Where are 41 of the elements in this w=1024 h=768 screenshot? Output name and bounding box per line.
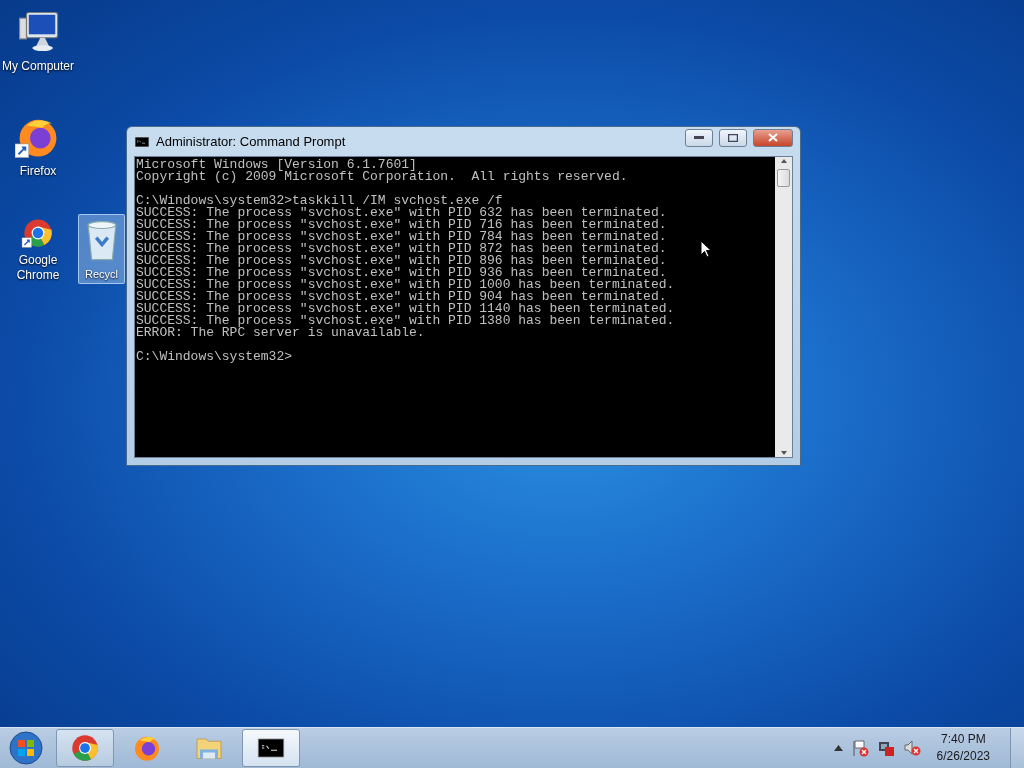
minimize-icon [694,135,704,140]
console-line: Microsoft Windows [Version 6.1.7601] [136,159,417,171]
console-line: SUCCESS: The process "svchost.exe" with PID 784 has been terminated. [136,231,667,243]
console-line: SUCCESS: The process "svchost.exe" with PID 896 has been terminated. [136,255,667,267]
desktop-shortcut[interactable]: Google Chrome [0,214,76,284]
taskbar-app-button[interactable] [242,729,300,767]
flag-error-icon[interactable] [850,739,869,757]
desktop-shortcut[interactable]: Firefox [0,111,76,181]
scrollbar[interactable] [775,157,792,457]
desktop-shortcut[interactable]: My Computer [0,6,76,76]
scroll-up-arrow-icon[interactable] [779,157,788,165]
shortcut-arrow-icon [15,143,30,158]
console-line: SUCCESS: The process "svchost.exe" with PID 716 has been terminated. [136,219,667,231]
console-line: SUCCESS: The process "svchost.exe" with PID 904 has been terminated. [136,291,667,303]
console-line: C:\Windows\system32>taskkill /IM svchost.exe /f [136,195,503,207]
shortcut-arrow-icon [21,237,32,248]
console-line: C:\Windows\system32> [136,351,293,363]
window-title: Administrator: Command Prompt [156,134,347,149]
close-button[interactable] [753,128,793,147]
console-line: SUCCESS: The process "svchost.exe" with PID 872 has been terminated. [136,243,667,255]
console-line: SUCCESS: The process "svchost.exe" with PID 1380 has been terminated. [136,315,675,327]
speaker-muted-icon[interactable] [902,739,921,757]
console-line: SUCCESS: The process "svchost.exe" with PID 632 has been terminated. [136,207,667,219]
console-line: SUCCESS: The process "svchost.exe" with PID 1140 has been terminated. [136,303,675,315]
console-line: Copyright (c) 2009 Microsoft Corporation. All rights reserved. [136,171,628,183]
console-line: ERROR: The RPC server is unavailable. [136,327,425,339]
network-error-icon[interactable] [876,739,895,757]
console-line: SUCCESS: The process "svchost.exe" with PID 1000 has been terminated. [136,279,675,291]
close-icon [768,133,778,142]
scrollbar-thumb[interactable] [777,169,790,187]
minimize-button[interactable] [685,128,713,147]
desktop-shortcut[interactable]: Recycl [78,214,125,284]
maximize-button[interactable] [719,128,747,147]
console-line: SUCCESS: The process "svchost.exe" with PID 936 has been terminated. [136,267,667,279]
maximize-icon [728,133,738,142]
scroll-down-arrow-icon[interactable] [779,449,788,457]
mouse-pointer-icon [700,240,712,258]
chrome-icon [70,733,100,763]
clock-date: 6/26/2023 [936,748,990,765]
show-hidden-icons-icon[interactable] [833,745,843,751]
clock-time: 7:40 PM [940,731,986,748]
